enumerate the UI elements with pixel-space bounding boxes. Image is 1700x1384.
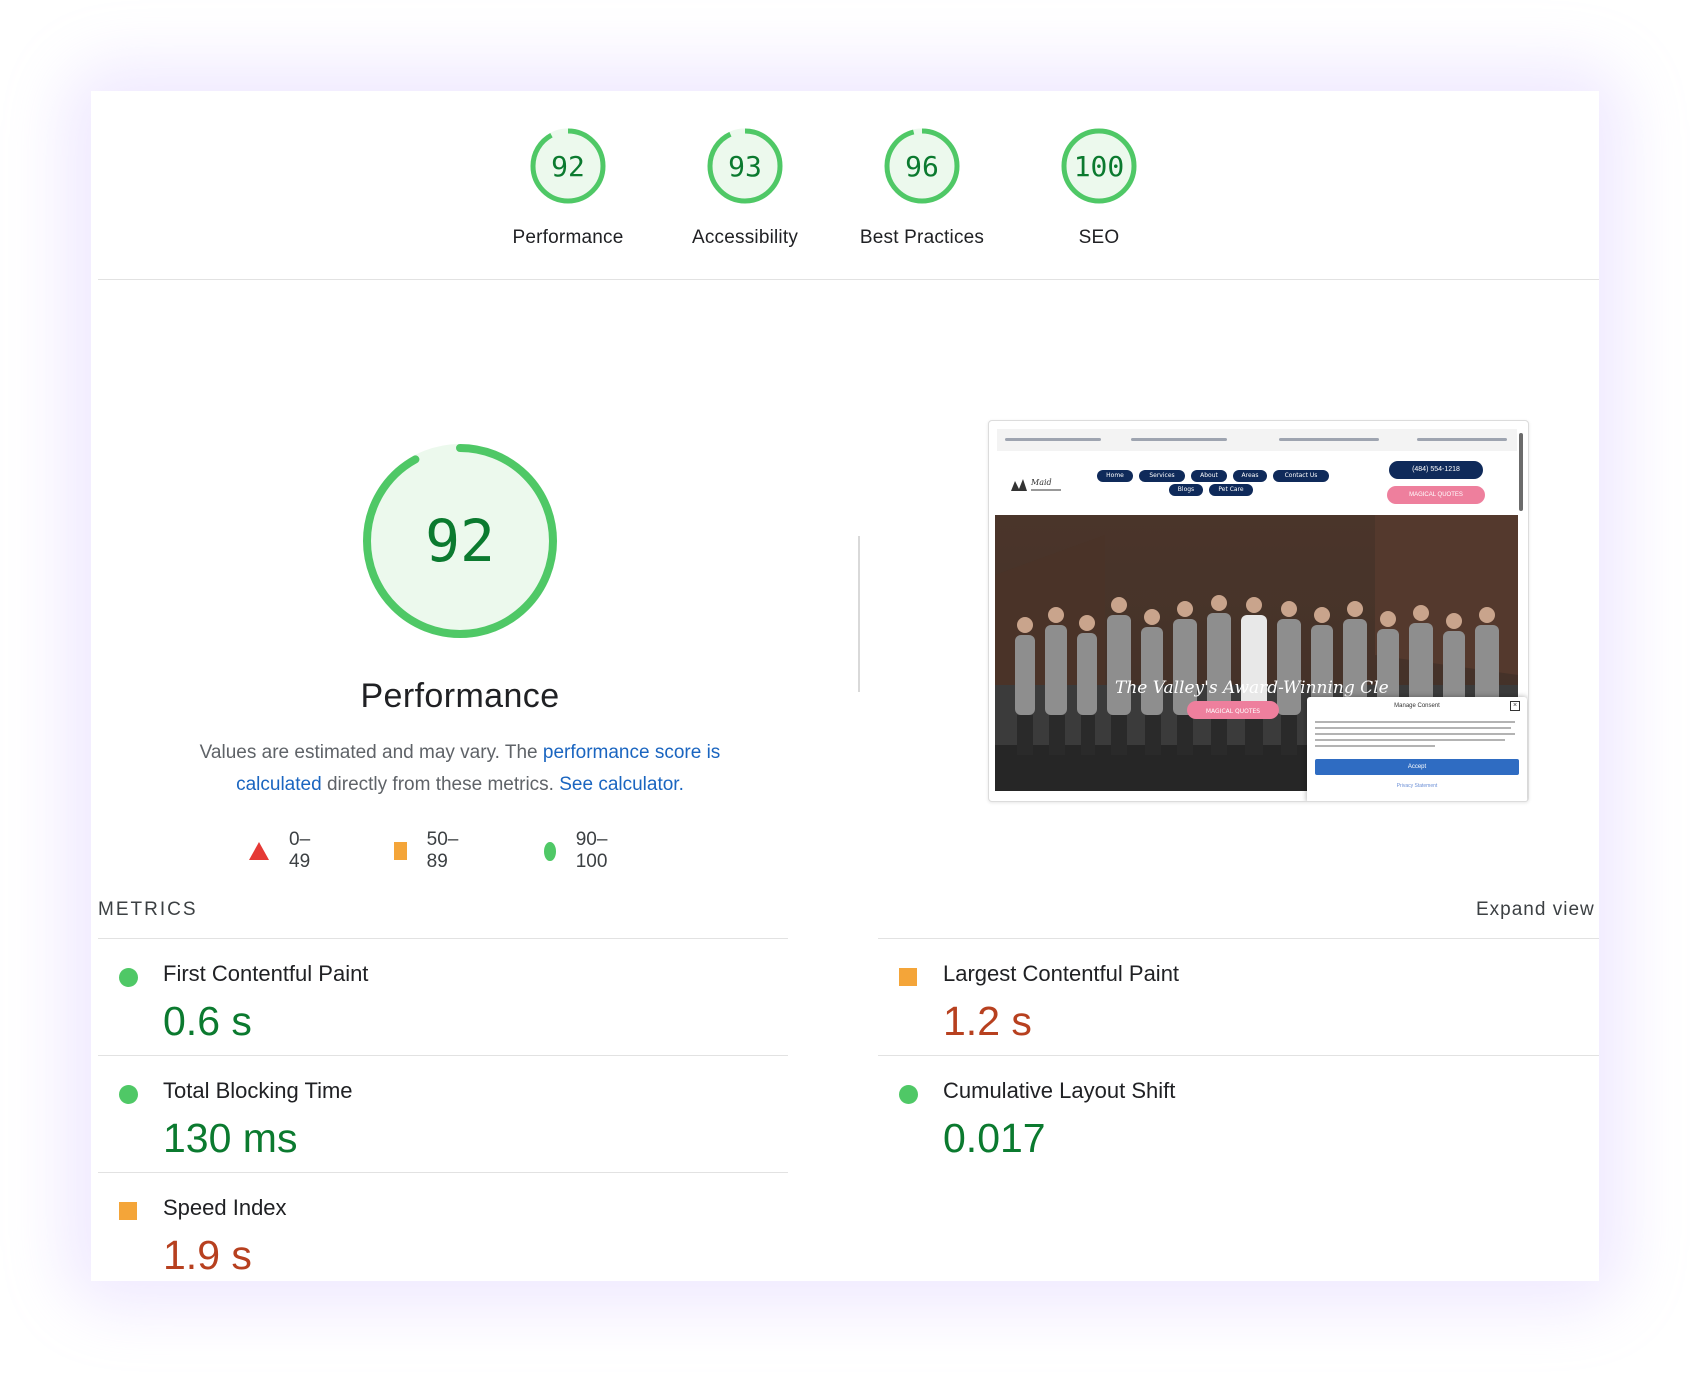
legend-fail: 0–49: [249, 829, 310, 872]
metric-label: Total Blocking Time: [163, 1078, 353, 1103]
thumb-phone-button: (484) 554-1218: [1389, 461, 1483, 479]
gauge: 92: [529, 127, 607, 205]
metric-value: 130 ms: [163, 1115, 298, 1161]
thumbnail-scrollbar: [1519, 433, 1523, 511]
metric-first-contentful-paint: First Contentful Paint 0.6 s: [98, 943, 788, 1051]
hero-quote-button: MAGICAL QUOTES: [1206, 708, 1260, 715]
metric-value: 1.2 s: [943, 998, 1032, 1044]
gauge-score: 92: [551, 149, 585, 183]
metric-label: Cumulative Layout Shift: [943, 1078, 1176, 1103]
expand-view-toggle[interactable]: Expand view: [1476, 899, 1595, 921]
gauge: 96: [883, 127, 961, 205]
gauge-score: 96: [905, 149, 939, 183]
thumb-nav-pill: Services: [1139, 470, 1185, 482]
metric-largest-contentful-paint: Largest Contentful Paint 1.2 s: [878, 943, 1568, 1051]
legend-range: 50–89: [426, 829, 459, 872]
summary-gauge-best-practices[interactable]: 96 Best Practices: [832, 127, 1012, 249]
metric-total-blocking-time: Total Blocking Time 130 ms: [98, 1060, 788, 1168]
lighthouse-report: 92 Performance 93 Accessibility 96 Best …: [91, 91, 1599, 1281]
average-square-icon: [899, 968, 917, 986]
gauge: 93: [706, 127, 784, 205]
metrics-heading: METRICS: [98, 899, 198, 920]
legend-average: 50–89: [394, 829, 464, 872]
close-icon: ×: [1510, 701, 1520, 711]
metric-cumulative-layout-shift: Cumulative Layout Shift 0.017: [878, 1060, 1568, 1168]
summary-divider: [98, 279, 1599, 280]
thumb-quote-button: MAGICAL QUOTES: [1387, 486, 1485, 504]
gauge-score: 100: [1073, 149, 1125, 183]
performance-gauge: 92: [359, 440, 561, 642]
performance-description: Values are estimated and may vary. The p…: [170, 737, 750, 801]
final-screenshot[interactable]: Maid Home Services About Areas Contact U…: [988, 420, 1529, 802]
metric-divider: [878, 938, 1599, 939]
thumb-nav-pill: Blogs: [1169, 484, 1203, 496]
summary-gauge-performance[interactable]: 92 Performance: [478, 127, 658, 249]
summary-gauge-seo[interactable]: 100 SEO: [1009, 127, 1189, 249]
summary-gauge-accessibility[interactable]: 93 Accessibility: [655, 127, 835, 249]
metric-label: Largest Contentful Paint: [943, 961, 1180, 986]
thumb-nav-pill: Areas: [1233, 470, 1267, 482]
legend-pass: 90–100: [544, 829, 615, 872]
circle-icon: [544, 841, 556, 861]
gauge-label: Accessibility: [691, 227, 799, 248]
description-text: Values are estimated and may vary. The: [199, 742, 543, 763]
legend-range: 90–100: [575, 829, 608, 872]
see-calculator-link[interactable]: See calculator.: [559, 774, 684, 795]
metric-value: 0.6 s: [163, 998, 252, 1044]
pass-circle-icon: [899, 1085, 918, 1104]
metric-label: First Contentful Paint: [163, 961, 369, 986]
description-text: directly from these metrics.: [321, 774, 560, 795]
consent-accept-button: Accept: [1315, 759, 1519, 775]
triangle-icon: [249, 842, 269, 860]
thumbnail-topbar: [997, 429, 1517, 451]
consent-title: Manage Consent: [1394, 703, 1440, 709]
gauge-score: 93: [728, 149, 762, 183]
gauge-label: Performance: [512, 227, 624, 248]
performance-score: 92: [425, 507, 495, 575]
score-summary: 92 Performance 93 Accessibility 96 Best …: [91, 91, 1599, 281]
average-square-icon: [119, 1202, 137, 1220]
metric-speed-index: Speed Index 1.9 s: [98, 1177, 788, 1281]
pass-circle-icon: [119, 968, 138, 987]
gauge-label: Best Practices: [859, 227, 985, 248]
vertical-divider: [858, 536, 860, 692]
thumb-nav-pill: Home: [1097, 470, 1133, 482]
svg-text:Maid: Maid: [1030, 478, 1052, 487]
legend-range: 0–49: [289, 829, 311, 872]
gauge: 100: [1060, 127, 1138, 205]
hero-text: The Valley's Award-Winning Cle: [1115, 678, 1389, 698]
site-logo-icon: Maid: [1011, 478, 1061, 491]
thumb-nav-pill: Contact Us: [1273, 470, 1329, 482]
metric-divider: [878, 1055, 1599, 1056]
gauge-label: SEO: [1078, 227, 1120, 248]
square-icon: [394, 842, 407, 860]
metric-value: 0.017: [943, 1115, 1046, 1161]
thumb-nav-pill: Pet Care: [1209, 484, 1253, 496]
consent-modal: Manage Consent × Accept Privacy Statemen…: [1307, 697, 1527, 801]
consent-privacy-link: Privacy Statement: [1396, 783, 1438, 789]
metric-divider: [98, 1172, 788, 1173]
pass-circle-icon: [119, 1085, 138, 1104]
metric-label: Speed Index: [163, 1195, 287, 1220]
performance-title: Performance: [360, 677, 560, 715]
thumb-nav-pill: About: [1191, 470, 1227, 482]
metric-divider: [98, 938, 788, 939]
metric-divider: [98, 1055, 788, 1056]
metric-value: 1.9 s: [163, 1232, 252, 1278]
